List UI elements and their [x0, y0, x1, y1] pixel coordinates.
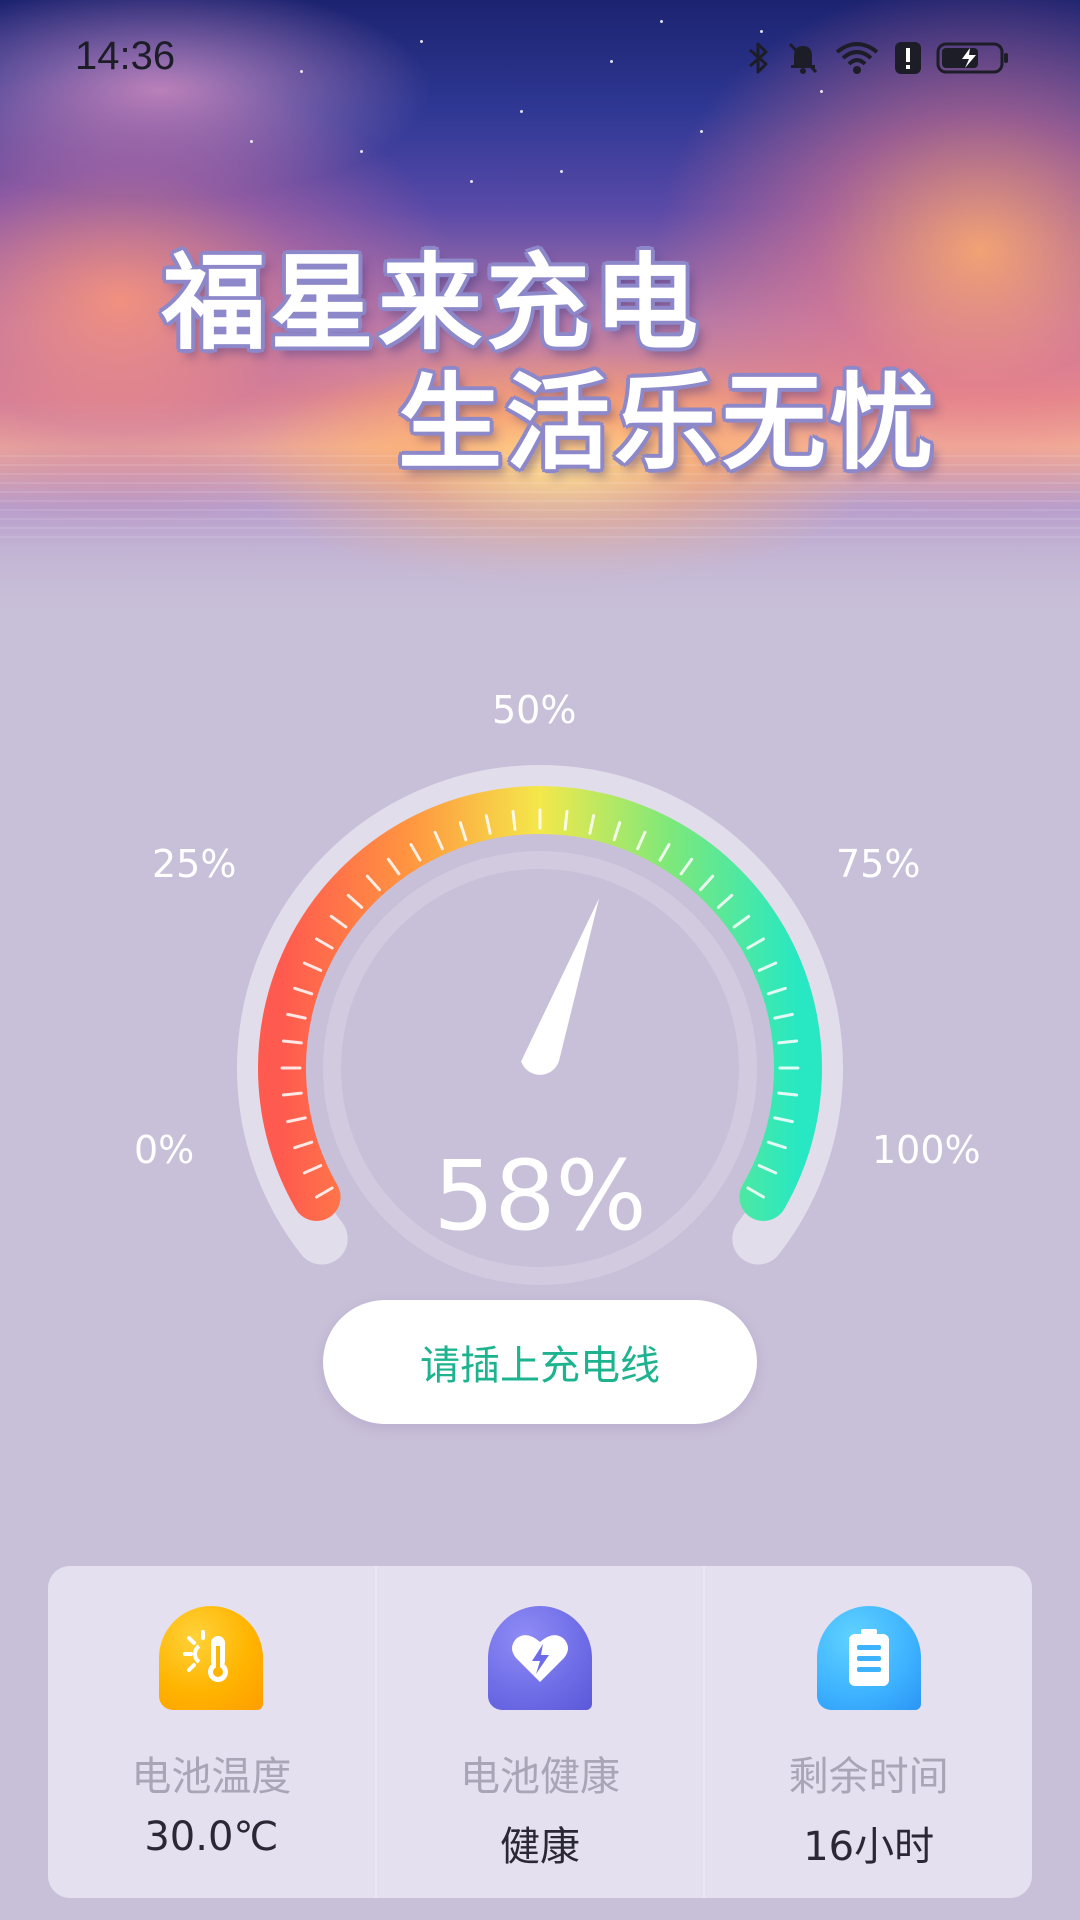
- info-battery-temperature: 电池温度 30.0℃: [48, 1566, 375, 1898]
- battery-percent: 58%: [433, 1140, 647, 1252]
- gauge-tick: [511, 809, 517, 831]
- battery-gauge: [237, 765, 843, 1285]
- info-remaining-time: 剩余时间 16小时: [703, 1566, 1032, 1898]
- battery-charging-icon: [936, 40, 1010, 76]
- gauge-needle: [521, 898, 600, 1075]
- info-value-health: 健康: [500, 1824, 580, 1870]
- bluetooth-icon: [746, 40, 772, 76]
- gauge-label-75: 75%: [836, 842, 921, 886]
- info-value-temperature: 30.0℃: [144, 1814, 279, 1860]
- info-value-remaining: 16小时: [803, 1824, 935, 1870]
- gauge-label-0: 0%: [134, 1128, 195, 1172]
- gauge-tick: [777, 1039, 799, 1045]
- wifi-icon: [834, 40, 880, 76]
- info-battery-health: 电池健康 健康: [374, 1566, 704, 1898]
- battery-screen: 福星来充电 生活乐无忧 14:36 0% 25% 50% 75% 100% 58…: [0, 0, 1080, 1920]
- gauge-label-50: 50%: [492, 688, 577, 732]
- status-time: 14:36: [75, 34, 176, 78]
- battery-info-card: 电池温度 30.0℃ 电池健康 健康 剩余时间 16小时: [48, 1566, 1032, 1898]
- heart-bolt-icon: [488, 1606, 592, 1710]
- bell-muted-icon: [786, 40, 820, 76]
- info-title-temperature: 电池温度: [131, 1754, 292, 1800]
- plug-in-charger-button[interactable]: 请插上充电线: [323, 1300, 757, 1424]
- alert-icon: [894, 40, 922, 76]
- status-bar: 14:36: [0, 0, 1080, 120]
- gauge-tick: [563, 809, 569, 831]
- gauge-label-25: 25%: [152, 842, 237, 886]
- thermometer-sun-icon: [159, 1606, 264, 1710]
- info-title-health: 电池健康: [460, 1754, 620, 1800]
- gauge-label-100: 100%: [872, 1128, 981, 1172]
- info-title-remaining: 剩余时间: [788, 1754, 949, 1800]
- status-icons: [746, 40, 1010, 76]
- banner-slogan-line2: 生活乐无忧: [398, 362, 939, 484]
- gauge-tick: [281, 1039, 303, 1045]
- battery-icon: [816, 1606, 921, 1710]
- gauge-tick: [777, 1091, 799, 1097]
- gauge-tick: [281, 1091, 303, 1097]
